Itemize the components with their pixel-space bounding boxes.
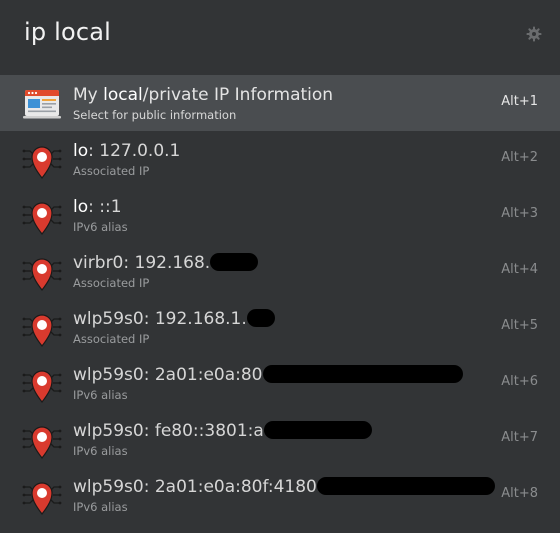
network-pin-icon bbox=[22, 146, 62, 179]
search-input[interactable]: ip local bbox=[24, 18, 111, 46]
result-subtitle: Associated IP bbox=[73, 164, 150, 178]
redaction-mark bbox=[246, 309, 275, 327]
result-subtitle: IPv6 alias bbox=[73, 220, 128, 234]
redaction-mark bbox=[262, 365, 463, 383]
result-subtitle: IPv6 alias bbox=[73, 444, 128, 458]
network-pin-icon bbox=[22, 482, 62, 515]
result-item[interactable]: lo: 127.0.0.1 Associated IP Alt+2 bbox=[0, 131, 560, 187]
result-subtitle: Associated IP bbox=[73, 276, 150, 290]
result-shortcut: Alt+4 bbox=[501, 262, 538, 277]
result-title: wlp59s0: fe80::3801:a bbox=[73, 421, 372, 441]
result-title: wlp59s0: 2a01:e0a:80f:4180 bbox=[73, 477, 495, 497]
result-subtitle: IPv6 alias bbox=[73, 500, 128, 514]
result-item[interactable]: wlp59s0: 2a01:e0a:80f:4180 IPv6 alias Al… bbox=[0, 467, 560, 523]
result-shortcut: Alt+5 bbox=[501, 318, 538, 333]
result-item[interactable]: virbr0: 192.168. Associated IP Alt+4 bbox=[0, 243, 560, 299]
browser-window-icon bbox=[23, 90, 61, 119]
results-list: My local/private IP Information Select f… bbox=[0, 75, 560, 523]
result-subtitle: Select for public information bbox=[73, 108, 237, 122]
result-title: My local/private IP Information bbox=[73, 85, 334, 105]
result-shortcut: Alt+1 bbox=[501, 94, 538, 109]
result-title: wlp59s0: 2a01:e0a:80 bbox=[73, 365, 463, 385]
redaction-mark bbox=[316, 477, 495, 495]
result-item[interactable]: wlp59s0: 2a01:e0a:80 IPv6 alias Alt+6 bbox=[0, 355, 560, 411]
result-item[interactable]: My local/private IP Information Select f… bbox=[0, 75, 560, 131]
redaction-mark bbox=[210, 253, 259, 271]
network-pin-icon bbox=[22, 370, 62, 403]
redaction-mark bbox=[263, 421, 372, 439]
gear-icon[interactable] bbox=[526, 26, 542, 42]
result-shortcut: Alt+8 bbox=[501, 486, 538, 501]
result-title: lo: 127.0.0.1 bbox=[73, 141, 181, 161]
network-pin-icon bbox=[22, 426, 62, 459]
result-item[interactable]: wlp59s0: fe80::3801:a IPv6 alias Alt+7 bbox=[0, 411, 560, 467]
result-subtitle: IPv6 alias bbox=[73, 388, 128, 402]
network-pin-icon bbox=[22, 202, 62, 235]
launcher-window: ip local My local/private IP Information… bbox=[0, 0, 560, 533]
result-shortcut: Alt+6 bbox=[501, 374, 538, 389]
result-item[interactable]: wlp59s0: 192.168.1. Associated IP Alt+5 bbox=[0, 299, 560, 355]
result-shortcut: Alt+2 bbox=[501, 150, 538, 165]
network-pin-icon bbox=[22, 314, 62, 347]
network-pin-icon bbox=[22, 258, 62, 291]
result-shortcut: Alt+3 bbox=[501, 206, 538, 221]
result-shortcut: Alt+7 bbox=[501, 430, 538, 445]
result-subtitle: Associated IP bbox=[73, 332, 150, 346]
result-title: lo: ::1 bbox=[73, 197, 122, 217]
result-title: virbr0: 192.168. bbox=[73, 253, 259, 273]
result-item[interactable]: lo: ::1 IPv6 alias Alt+3 bbox=[0, 187, 560, 243]
search-bar[interactable]: ip local bbox=[0, 0, 560, 70]
result-title: wlp59s0: 192.168.1. bbox=[73, 309, 275, 329]
